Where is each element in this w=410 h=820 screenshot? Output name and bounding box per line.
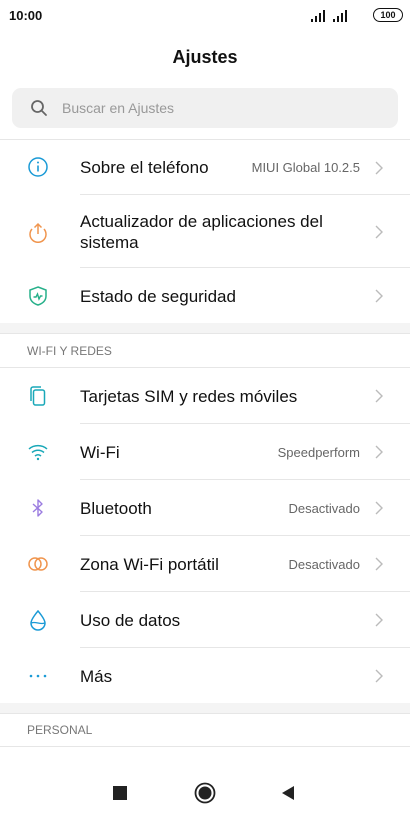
navigation-bar [0, 765, 410, 820]
shield-icon [29, 286, 47, 306]
info-icon [28, 157, 48, 177]
chevron-right-icon [375, 389, 383, 403]
chevron-right-icon [375, 501, 383, 515]
settings-item-bluetooth[interactable]: Bluetooth Desactivado [0, 480, 410, 536]
bluetooth-icon [32, 499, 43, 517]
back-icon [282, 785, 294, 800]
home-icon [194, 782, 216, 803]
page-title: Ajustes [172, 47, 238, 67]
item-value: MIUI Global 10.2.5 [251, 160, 360, 175]
hotspot-icon [28, 557, 48, 571]
section-header-personal: PERSONAL [27, 723, 93, 737]
settings-item-wifi[interactable]: Wi-Fi Speedperform [0, 424, 410, 480]
recent-apps-button[interactable] [100, 765, 140, 820]
chevron-right-icon [375, 557, 383, 571]
item-label: Más [80, 667, 113, 686]
sim-icon [30, 386, 46, 406]
item-label: Tarjetas SIM y redes móviles [80, 387, 298, 406]
section-header-network: WI-FI Y REDES [27, 344, 112, 358]
data-usage-icon [30, 609, 46, 631]
updater-icon [29, 222, 47, 243]
status-time: 10:00 [9, 8, 43, 23]
battery-icon: 100 [373, 8, 403, 22]
divider [0, 746, 410, 747]
item-label: Uso de datos [80, 611, 181, 630]
signal-icon [311, 10, 325, 22]
item-label: Bluetooth [80, 499, 152, 518]
section-separator [0, 323, 410, 333]
chevron-right-icon [375, 613, 383, 627]
section-separator [0, 703, 410, 713]
item-label: Actualizador de aplicaciones del sistema [80, 212, 323, 252]
settings-item-more[interactable]: Más [0, 648, 410, 703]
back-button[interactable] [268, 765, 308, 820]
chevron-right-icon [375, 445, 383, 459]
chevron-right-icon [375, 289, 383, 303]
settings-item-sim-cards[interactable]: Tarjetas SIM y redes móviles [0, 368, 410, 424]
item-label: Wi-Fi [80, 443, 120, 462]
chevron-right-icon [375, 669, 383, 683]
recent-apps-icon [113, 785, 127, 800]
more-icon [29, 674, 47, 678]
settings-item-about-phone[interactable]: Sobre el teléfono MIUI Global 10.2.5 [0, 140, 410, 195]
item-value: Speedperform [277, 445, 360, 460]
search-input[interactable]: Buscar en Ajustes [12, 88, 398, 128]
item-value: Desactivado [288, 501, 360, 516]
home-button[interactable] [185, 765, 225, 820]
item-value: Desactivado [288, 557, 360, 572]
settings-item-data-usage[interactable]: Uso de datos [0, 592, 410, 648]
search-icon [31, 100, 47, 116]
settings-item-hotspot[interactable]: Zona Wi-Fi portátil Desactivado [0, 536, 410, 592]
battery-level: 100 [380, 10, 396, 20]
chevron-right-icon [375, 161, 383, 175]
wifi-icon [28, 444, 48, 461]
signal-icon [333, 10, 347, 22]
settings-item-security-status[interactable]: Estado de seguridad [0, 268, 410, 323]
divider [0, 333, 410, 334]
item-label: Sobre el teléfono [80, 158, 209, 177]
item-label: Zona Wi-Fi portátil [80, 555, 219, 574]
divider [0, 713, 410, 714]
search-placeholder: Buscar en Ajustes [62, 100, 175, 116]
item-label: Estado de seguridad [80, 287, 236, 306]
status-bar: 10:00 100 [0, 0, 410, 34]
settings-item-system-updater[interactable]: Actualizador de aplicaciones del sistema [0, 195, 410, 268]
chevron-right-icon [375, 225, 383, 239]
